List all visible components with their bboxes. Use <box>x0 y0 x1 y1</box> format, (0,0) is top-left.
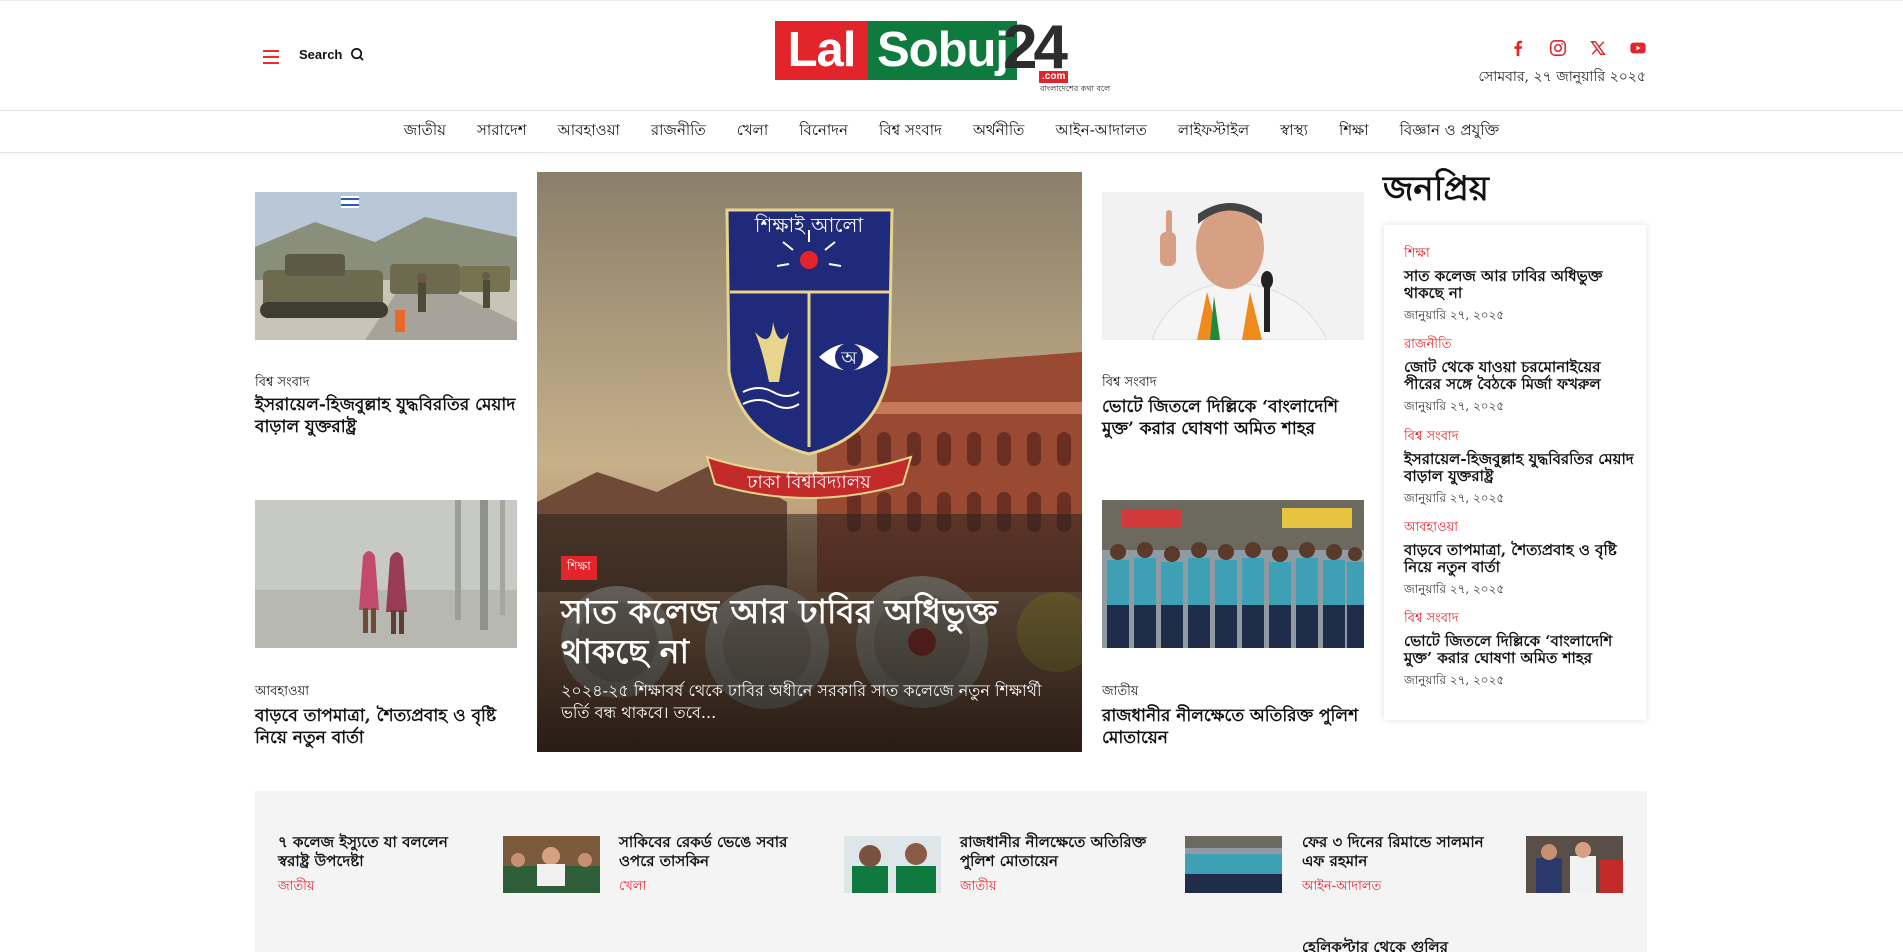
strip-item-title[interactable]: সাকিবের রেকর্ড ভেঙে সবার ওপরে তাসকিন <box>619 833 824 871</box>
popular-item[interactable]: রাজনীতি জোট থেকে যাওয়া চরমোনাইয়ের পীরে… <box>1404 335 1634 418</box>
nav-item-world[interactable]: বিশ্ব সংবাদ <box>879 119 942 144</box>
hero-title[interactable]: সাত কলেজ আর ঢাবির অধিভুক্ত থাকছে না <box>561 592 1066 672</box>
nav-item-lifestyle[interactable]: লাইফস্টাইল <box>1178 119 1249 144</box>
search-icon <box>351 48 365 61</box>
popular-item-category[interactable]: রাজনীতি <box>1404 335 1634 356</box>
card-title[interactable]: ভোটে জিতলে দিল্লিকে ‘বাংলাদেশি মুক্ত’ কর… <box>1102 396 1364 440</box>
popular-heading: জনপ্রিয় <box>1383 169 1489 209</box>
card-category[interactable]: বিশ্ব সংবাদ <box>255 373 310 394</box>
popular-item-title[interactable]: বাড়বে তাপমাত্রা, শৈত্যপ্রবাহ ও বৃষ্টি ন… <box>1404 542 1634 576</box>
card-title[interactable]: ইসরায়েল-হিজবুল্লাহ যুদ্ধবিরতির মেয়াদ ব… <box>255 394 517 438</box>
youtube-icon[interactable] <box>1628 38 1648 58</box>
popular-item[interactable]: আবহাওয়া বাড়বে তাপমাত্রা, শৈত্যপ্রবাহ ও… <box>1404 518 1634 601</box>
popular-item-category[interactable]: বিশ্ব সংবাদ <box>1404 427 1634 448</box>
popular-item-title[interactable]: ভোটে জিতলে দিল্লিকে ‘বাংলাদেশি মুক্ত’ কর… <box>1404 633 1634 667</box>
nav-item-country[interactable]: সারাদেশ <box>477 119 527 144</box>
logo-tagline: বাংলাদেশের কথা বলে <box>1040 84 1111 93</box>
popular-list: শিক্ষা সাত কলেজ আর ঢাবির অধিভুক্ত থাকছে … <box>1384 225 1646 720</box>
article-image-fog[interactable] <box>255 500 517 648</box>
nav-item-weather[interactable]: আবহাওয়া <box>558 119 620 144</box>
strip-next-title[interactable]: হেলিকপ্টার থেকে গুলির <box>1302 936 1448 952</box>
strip-item-title[interactable]: রাজধানীর নীলক্ষেতে অতিরিক্ত পুলিশ মোতায়… <box>960 833 1165 871</box>
search-label: Search <box>299 47 343 62</box>
strip-item-category[interactable]: আইন-আদালত <box>1302 877 1381 898</box>
site-logo[interactable]: Lal Sobuj 24 .com বাংলাদেশের কথা বলে <box>775 17 1127 93</box>
latest-news-strip <box>255 791 1647 952</box>
nav-item-politics[interactable]: রাজনীতি <box>651 119 706 144</box>
popular-item[interactable]: বিশ্ব সংবাদ ভোটে জিতলে দিল্লিকে ‘বাংলাদে… <box>1404 609 1634 692</box>
popular-item-date: জানুয়ারি ২৭, ২০২৫ <box>1404 308 1505 322</box>
facebook-icon[interactable] <box>1508 38 1528 58</box>
social-links <box>1508 38 1648 58</box>
card-category[interactable]: জাতীয় <box>1102 682 1139 703</box>
emblem-letter: অ <box>840 348 857 369</box>
nav-item-health[interactable]: স্বাস্থ্য <box>1280 119 1308 144</box>
popular-item-title[interactable]: সাত কলেজ আর ঢাবির অধিভুক্ত থাকছে না <box>1404 268 1634 302</box>
main-nav: জাতীয় সারাদেশ আবহাওয়া রাজনীতি খেলা বিন… <box>0 111 1903 153</box>
logo-part-lal: Lal <box>775 21 868 80</box>
article-image-police[interactable] <box>1102 500 1364 648</box>
strip-item-image[interactable] <box>1185 836 1282 893</box>
strip-item-image[interactable] <box>503 836 600 893</box>
strip-item-title[interactable]: ৭ কলেজ ইস্যুতে যা বললেন স্বরাষ্ট্র উপদেষ… <box>278 833 483 871</box>
nav-item-sports[interactable]: খেলা <box>737 119 768 144</box>
article-image-speaker[interactable] <box>1102 192 1364 340</box>
emblem-motto: শিক্ষাই আলো <box>754 213 865 237</box>
popular-item-title[interactable]: ইসরায়েল-হিজবুল্লাহ যুদ্ধবিরতির মেয়াদ ব… <box>1404 451 1634 485</box>
popular-item-date: জানুয়ারি ২৭, ২০২৫ <box>1404 582 1505 596</box>
card-category[interactable]: আবহাওয়া <box>255 682 309 703</box>
strip-item-category[interactable]: জাতীয় <box>278 877 315 898</box>
logo-suffix: .com <box>1039 71 1069 83</box>
popular-item-category[interactable]: বিশ্ব সংবাদ <box>1404 609 1634 630</box>
popular-item-date: জানুয়ারি ২৭, ২০২৫ <box>1404 491 1505 505</box>
strip-item-image[interactable] <box>1526 836 1623 893</box>
card-category[interactable]: বিশ্ব সংবাদ <box>1102 373 1157 394</box>
nav-item-entertainment[interactable]: বিনোদন <box>799 119 848 144</box>
logo-part-sobuj: Sobuj <box>868 21 1017 80</box>
nav-item-science[interactable]: বিজ্ঞান ও প্রযুক্তি <box>1400 119 1500 144</box>
nav-item-law[interactable]: আইন-আদালত <box>1055 119 1146 144</box>
article-image-tanks[interactable] <box>255 192 517 340</box>
strip-item-category[interactable]: জাতীয় <box>960 877 997 898</box>
current-date: সোমবার, ২৭ জানুয়ারি ২০২৫ <box>1478 69 1646 85</box>
strip-item-title[interactable]: ফের ৩ দিনের রিমান্ডে সালমান এফ রহমান <box>1302 833 1507 871</box>
hero-excerpt: ২০২৪-২৫ শিক্ষাবর্ষ থেকে ঢাবির অধীনে সরকা… <box>561 681 1042 722</box>
popular-item-date: জানুয়ারি ২৭, ২০২৫ <box>1404 673 1505 687</box>
nav-item-education[interactable]: শিক্ষা <box>1339 119 1369 144</box>
hamburger-menu-icon[interactable] <box>263 50 279 64</box>
popular-item[interactable]: শিক্ষা সাত কলেজ আর ঢাবির অধিভুক্ত থাকছে … <box>1404 244 1634 327</box>
popular-item-title[interactable]: জোট থেকে যাওয়া চরমোনাইয়ের পীরের সঙ্গে … <box>1404 359 1634 393</box>
nav-item-economy[interactable]: অর্থনীতি <box>973 119 1025 144</box>
site-header: Search Lal Sobuj 24 .com বাংলাদেশের কথা … <box>0 0 1903 111</box>
x-icon[interactable] <box>1588 38 1608 58</box>
card-title[interactable]: বাড়বে তাপমাত্রা, শৈত্যপ্রবাহ ও বৃষ্টি ন… <box>255 705 517 749</box>
nav-item-national[interactable]: জাতীয় <box>404 119 446 144</box>
strip-item-image[interactable] <box>844 836 941 893</box>
hero-category-badge[interactable]: শিক্ষা <box>561 556 597 580</box>
logo-part-24: 24 <box>1003 13 1068 82</box>
popular-item-category[interactable]: আবহাওয়া <box>1404 518 1634 539</box>
card-title[interactable]: রাজধানীর নীলক্ষেতে অতিরিক্ত পুলিশ মোতায়… <box>1102 705 1364 749</box>
instagram-icon[interactable] <box>1548 38 1568 58</box>
emblem-ribbon: ঢাকা বিশ্ববিদ্যালয় <box>746 472 871 493</box>
search-button[interactable]: Search <box>299 47 365 62</box>
hero-article[interactable]: শিক্ষাই আলো অ ঢাকা বিশ্ববিদ্যালয় শিক্ষা… <box>537 172 1082 752</box>
popular-item-date: জানুয়ারি ২৭, ২০২৫ <box>1404 399 1505 413</box>
popular-item-category[interactable]: শিক্ষা <box>1404 244 1634 265</box>
popular-item[interactable]: বিশ্ব সংবাদ ইসরায়েল-হিজবুল্লাহ যুদ্ধবির… <box>1404 427 1634 510</box>
strip-item-category[interactable]: খেলা <box>619 877 646 898</box>
